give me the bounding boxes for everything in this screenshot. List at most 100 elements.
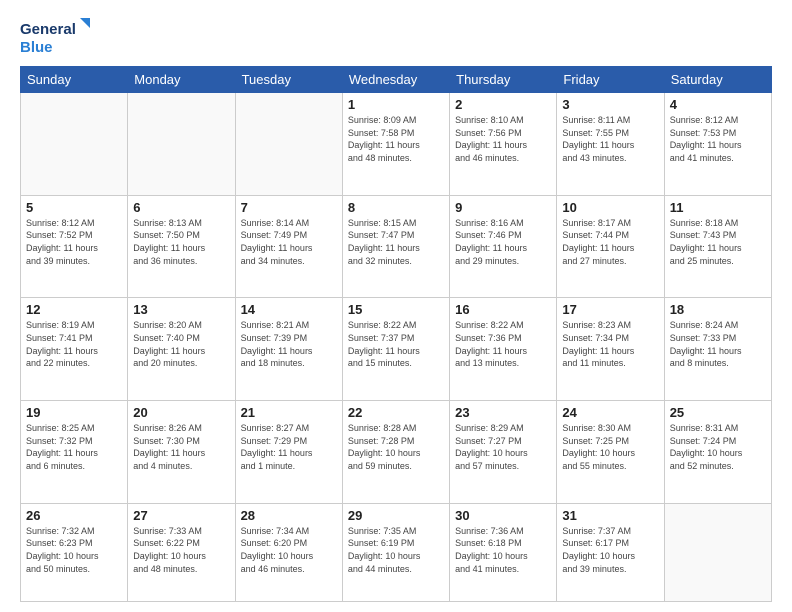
day-number: 27 bbox=[133, 508, 229, 523]
calendar-cell: 3 Sunrise: 8:11 AM Sunset: 7:55 PM Daylig… bbox=[557, 93, 664, 196]
day-number: 16 bbox=[455, 302, 551, 317]
day-info: Sunrise: 8:15 AM Sunset: 7:47 PM Dayligh… bbox=[348, 217, 444, 267]
day-number: 14 bbox=[241, 302, 337, 317]
week-row-4: 26Sunrise: 7:32 AM Sunset: 6:23 PM Dayli… bbox=[21, 503, 772, 601]
weekday-header-wednesday: Wednesday bbox=[342, 67, 449, 93]
calendar-cell: 12 Sunrise: 8:19 AM Sunset: 7:41 PM Dayli… bbox=[21, 298, 128, 401]
calendar-cell: 20 Sunrise: 8:26 AM Sunset: 7:30 PM Dayli… bbox=[128, 401, 235, 504]
calendar-cell: 2Sunrise: 8:10 AM Sunset: 7:56 PM Daylig… bbox=[450, 93, 557, 196]
calendar-cell: 22Sunrise: 8:28 AM Sunset: 7:28 PM Dayli… bbox=[342, 401, 449, 504]
day-number: 11 bbox=[670, 200, 766, 215]
calendar-cell: 30 Sunrise: 7:36 AM Sunset: 6:18 PM Dayli… bbox=[450, 503, 557, 601]
day-number: 29 bbox=[348, 508, 444, 523]
svg-text:General: General bbox=[20, 21, 76, 38]
day-number: 1 bbox=[348, 97, 444, 112]
calendar-cell: 9 Sunrise: 8:16 AM Sunset: 7:46 PM Daylig… bbox=[450, 195, 557, 298]
calendar-cell: 11 Sunrise: 8:18 AM Sunset: 7:43 PM Dayli… bbox=[664, 195, 771, 298]
calendar-cell bbox=[128, 93, 235, 196]
day-number: 3 bbox=[562, 97, 658, 112]
day-info: Sunrise: 8:22 AM Sunset: 7:37 PM Dayligh… bbox=[348, 319, 444, 369]
svg-text:Blue: Blue bbox=[20, 39, 53, 56]
calendar-cell: 8Sunrise: 8:15 AM Sunset: 7:47 PM Daylig… bbox=[342, 195, 449, 298]
calendar-cell: 17Sunrise: 8:23 AM Sunset: 7:34 PM Dayli… bbox=[557, 298, 664, 401]
day-number: 13 bbox=[133, 302, 229, 317]
calendar-cell: 15 Sunrise: 8:22 AM Sunset: 7:37 PM Dayli… bbox=[342, 298, 449, 401]
day-info: Sunrise: 7:35 AM Sunset: 6:19 PM Dayligh… bbox=[348, 525, 444, 575]
day-info: Sunrise: 8:21 AM Sunset: 7:39 PM Dayligh… bbox=[241, 319, 337, 369]
week-row-2: 12 Sunrise: 8:19 AM Sunset: 7:41 PM Dayli… bbox=[21, 298, 772, 401]
week-row-1: 5Sunrise: 8:12 AM Sunset: 7:52 PM Daylig… bbox=[21, 195, 772, 298]
day-info: Sunrise: 7:36 AM Sunset: 6:18 PM Dayligh… bbox=[455, 525, 551, 575]
day-info: Sunrise: 8:16 AM Sunset: 7:46 PM Dayligh… bbox=[455, 217, 551, 267]
day-number: 10 bbox=[562, 200, 658, 215]
calendar-cell: 6 Sunrise: 8:13 AM Sunset: 7:50 PM Daylig… bbox=[128, 195, 235, 298]
day-number: 12 bbox=[26, 302, 122, 317]
day-info: Sunrise: 8:09 AM Sunset: 7:58 PM Dayligh… bbox=[348, 114, 444, 164]
day-number: 7 bbox=[241, 200, 337, 215]
day-number: 22 bbox=[348, 405, 444, 420]
week-row-0: 1 Sunrise: 8:09 AM Sunset: 7:58 PM Daylig… bbox=[21, 93, 772, 196]
calendar-cell: 18 Sunrise: 8:24 AM Sunset: 7:33 PM Dayli… bbox=[664, 298, 771, 401]
day-number: 5 bbox=[26, 200, 122, 215]
calendar-cell: 4Sunrise: 8:12 AM Sunset: 7:53 PM Daylig… bbox=[664, 93, 771, 196]
day-number: 30 bbox=[455, 508, 551, 523]
weekday-header-saturday: Saturday bbox=[664, 67, 771, 93]
day-info: Sunrise: 7:33 AM Sunset: 6:22 PM Dayligh… bbox=[133, 525, 229, 575]
day-info: Sunrise: 8:31 AM Sunset: 7:24 PM Dayligh… bbox=[670, 422, 766, 472]
calendar-cell bbox=[664, 503, 771, 601]
day-number: 25 bbox=[670, 405, 766, 420]
day-number: 20 bbox=[133, 405, 229, 420]
calendar-cell: 25 Sunrise: 8:31 AM Sunset: 7:24 PM Dayli… bbox=[664, 401, 771, 504]
calendar-cell: 21Sunrise: 8:27 AM Sunset: 7:29 PM Dayli… bbox=[235, 401, 342, 504]
day-number: 31 bbox=[562, 508, 658, 523]
day-info: Sunrise: 8:20 AM Sunset: 7:40 PM Dayligh… bbox=[133, 319, 229, 369]
calendar-cell bbox=[235, 93, 342, 196]
calendar-cell: 10 Sunrise: 8:17 AM Sunset: 7:44 PM Dayli… bbox=[557, 195, 664, 298]
day-number: 19 bbox=[26, 405, 122, 420]
day-number: 15 bbox=[348, 302, 444, 317]
day-number: 9 bbox=[455, 200, 551, 215]
calendar-cell bbox=[21, 93, 128, 196]
day-info: Sunrise: 8:30 AM Sunset: 7:25 PM Dayligh… bbox=[562, 422, 658, 472]
calendar-cell: 13 Sunrise: 8:20 AM Sunset: 7:40 PM Dayli… bbox=[128, 298, 235, 401]
weekday-header-sunday: Sunday bbox=[21, 67, 128, 93]
page: General Blue SundayMondayTuesdayWednesda… bbox=[0, 0, 792, 612]
day-info: Sunrise: 8:13 AM Sunset: 7:50 PM Dayligh… bbox=[133, 217, 229, 267]
day-number: 18 bbox=[670, 302, 766, 317]
logo-svg: General Blue bbox=[20, 16, 90, 58]
calendar-cell: 19 Sunrise: 8:25 AM Sunset: 7:32 PM Dayli… bbox=[21, 401, 128, 504]
day-info: Sunrise: 8:24 AM Sunset: 7:33 PM Dayligh… bbox=[670, 319, 766, 369]
weekday-header-monday: Monday bbox=[128, 67, 235, 93]
calendar-cell: 24 Sunrise: 8:30 AM Sunset: 7:25 PM Dayli… bbox=[557, 401, 664, 504]
day-info: Sunrise: 8:11 AM Sunset: 7:55 PM Dayligh… bbox=[562, 114, 658, 164]
day-number: 4 bbox=[670, 97, 766, 112]
day-info: Sunrise: 8:18 AM Sunset: 7:43 PM Dayligh… bbox=[670, 217, 766, 267]
day-number: 21 bbox=[241, 405, 337, 420]
day-number: 24 bbox=[562, 405, 658, 420]
day-info: Sunrise: 8:14 AM Sunset: 7:49 PM Dayligh… bbox=[241, 217, 337, 267]
calendar-cell: 27 Sunrise: 7:33 AM Sunset: 6:22 PM Dayli… bbox=[128, 503, 235, 601]
day-info: Sunrise: 8:22 AM Sunset: 7:36 PM Dayligh… bbox=[455, 319, 551, 369]
day-info: Sunrise: 8:19 AM Sunset: 7:41 PM Dayligh… bbox=[26, 319, 122, 369]
day-info: Sunrise: 8:29 AM Sunset: 7:27 PM Dayligh… bbox=[455, 422, 551, 472]
day-info: Sunrise: 7:34 AM Sunset: 6:20 PM Dayligh… bbox=[241, 525, 337, 575]
weekday-header-friday: Friday bbox=[557, 67, 664, 93]
day-info: Sunrise: 8:10 AM Sunset: 7:56 PM Dayligh… bbox=[455, 114, 551, 164]
day-info: Sunrise: 8:17 AM Sunset: 7:44 PM Dayligh… bbox=[562, 217, 658, 267]
calendar-cell: 28 Sunrise: 7:34 AM Sunset: 6:20 PM Dayli… bbox=[235, 503, 342, 601]
calendar-cell: 5Sunrise: 8:12 AM Sunset: 7:52 PM Daylig… bbox=[21, 195, 128, 298]
day-number: 6 bbox=[133, 200, 229, 215]
day-info: Sunrise: 8:25 AM Sunset: 7:32 PM Dayligh… bbox=[26, 422, 122, 472]
header: General Blue bbox=[20, 16, 772, 58]
weekday-header-tuesday: Tuesday bbox=[235, 67, 342, 93]
weekday-header-thursday: Thursday bbox=[450, 67, 557, 93]
calendar-cell: 16 Sunrise: 8:22 AM Sunset: 7:36 PM Dayli… bbox=[450, 298, 557, 401]
day-info: Sunrise: 8:23 AM Sunset: 7:34 PM Dayligh… bbox=[562, 319, 658, 369]
calendar-cell: 7 Sunrise: 8:14 AM Sunset: 7:49 PM Daylig… bbox=[235, 195, 342, 298]
calendar-cell: 31Sunrise: 7:37 AM Sunset: 6:17 PM Dayli… bbox=[557, 503, 664, 601]
calendar-cell: 29 Sunrise: 7:35 AM Sunset: 6:19 PM Dayli… bbox=[342, 503, 449, 601]
calendar-cell: 14 Sunrise: 8:21 AM Sunset: 7:39 PM Dayli… bbox=[235, 298, 342, 401]
day-number: 28 bbox=[241, 508, 337, 523]
day-info: Sunrise: 8:26 AM Sunset: 7:30 PM Dayligh… bbox=[133, 422, 229, 472]
calendar-cell: 23Sunrise: 8:29 AM Sunset: 7:27 PM Dayli… bbox=[450, 401, 557, 504]
